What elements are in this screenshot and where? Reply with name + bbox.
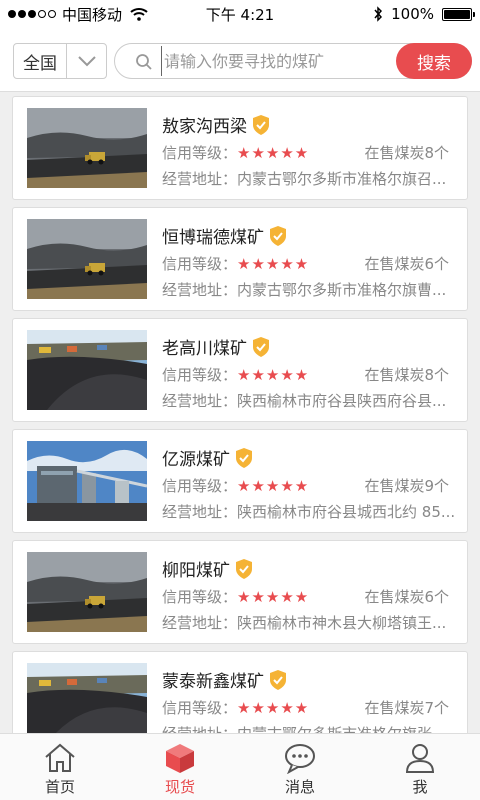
search-button[interactable]: 搜索 — [396, 43, 472, 79]
region-dropdown[interactable]: 全国 — [13, 43, 107, 79]
coal-truck-photo — [27, 219, 147, 299]
tab-label: 现货 — [164, 778, 195, 796]
mine-card[interactable]: 柳阳煤矿 信用等级：★★★★★ 在售煤炭6个 经营地址：陕西榆林市神木县大柳塔镇… — [12, 540, 468, 644]
star-rating: ★★★★★ — [237, 588, 310, 606]
tab-label: 我 — [412, 778, 428, 796]
star-rating: ★★★★★ — [237, 255, 310, 273]
stock-count: 在售煤炭8个 — [364, 366, 449, 384]
coal-truck-photo — [27, 552, 147, 632]
verified-shield-icon — [236, 558, 252, 579]
carrier-name: 中国移动 — [62, 5, 123, 24]
battery-percent: 100% — [391, 5, 434, 23]
message-icon — [285, 744, 315, 774]
home-icon — [45, 743, 75, 772]
mine-name: 亿源煤矿 — [162, 445, 254, 470]
search-icon — [136, 54, 152, 70]
business-address: 经营地址：内蒙古鄂尔多斯市准格尔旗召... — [162, 170, 447, 188]
mine-name: 柳阳煤矿 — [162, 556, 254, 581]
signal-strength-icon — [8, 10, 56, 18]
verified-shield-icon — [253, 114, 269, 135]
status-bar: 中国移动 下午 4:21 100% — [0, 0, 480, 28]
verified-shield-icon — [270, 225, 286, 246]
user-icon — [405, 744, 435, 773]
coal-plant-photo — [27, 441, 147, 521]
stock-count: 在售煤炭6个 — [364, 255, 449, 273]
wifi-icon — [130, 8, 148, 21]
bluetooth-icon — [374, 6, 383, 22]
region-label: 全国 — [14, 44, 67, 78]
business-address: 经营地址：陕西榆林市府谷县城西北约 85... — [162, 503, 456, 521]
mine-name: 蒙泰新鑫煤矿 — [162, 667, 288, 692]
business-address: 经营地址：陕西榆林市府谷县陕西府谷县... — [162, 392, 447, 410]
mine-card[interactable]: 蒙泰新鑫煤矿 信用等级：★★★★★ 在售煤炭7个 经营地址：内蒙古鄂尔多斯市准格… — [12, 651, 468, 733]
bottom-tab-bar: 首页 现货 消息 我 — [0, 733, 480, 800]
verified-shield-icon — [253, 336, 269, 357]
stock-count: 在售煤炭8个 — [364, 144, 449, 162]
mine-name: 老高川煤矿 — [162, 334, 271, 359]
credit-rating: 信用等级：★★★★★ — [162, 366, 310, 384]
star-rating: ★★★★★ — [237, 144, 310, 162]
credit-rating: 信用等级：★★★★★ — [162, 588, 310, 606]
tab-home[interactable]: 首页 — [0, 734, 120, 800]
coal-truck-photo — [27, 108, 147, 188]
coal-pile-photo — [27, 663, 147, 733]
stock-count: 在售煤炭9个 — [364, 477, 449, 495]
mine-list: 敖家沟西梁 信用等级：★★★★★ 在售煤炭8个 经营地址：内蒙古鄂尔多斯市准格尔… — [0, 96, 480, 733]
tab-spot-goods[interactable]: 现货 — [120, 734, 240, 800]
mine-card[interactable]: 亿源煤矿 信用等级：★★★★★ 在售煤炭9个 经营地址：陕西榆林市府谷县城西北约… — [12, 429, 468, 533]
chevron-down-icon — [67, 44, 106, 78]
search-input[interactable] — [161, 46, 391, 76]
battery-icon — [442, 7, 475, 21]
star-rating: ★★★★★ — [237, 477, 310, 495]
business-address: 经营地址：内蒙古鄂尔多斯市准格尔旗曹... — [162, 281, 447, 299]
search-box: 搜索 — [114, 43, 472, 79]
business-address: 经营地址：陕西榆林市神木县大柳塔镇王... — [162, 614, 447, 632]
stock-count: 在售煤炭6个 — [364, 588, 449, 606]
tab-me[interactable]: 我 — [360, 734, 480, 800]
credit-rating: 信用等级：★★★★★ — [162, 255, 310, 273]
tab-messages[interactable]: 消息 — [240, 734, 360, 800]
search-header: 全国 搜索 — [0, 28, 480, 92]
star-rating: ★★★★★ — [237, 366, 310, 384]
credit-rating: 信用等级：★★★★★ — [162, 699, 310, 717]
stock-count: 在售煤炭7个 — [364, 699, 449, 717]
business-address: 经营地址：内蒙古鄂尔多斯市准格尔旗张... — [162, 723, 462, 733]
verified-shield-icon — [270, 669, 286, 690]
mine-card[interactable]: 老高川煤矿 信用等级：★★★★★ 在售煤炭8个 经营地址：陕西榆林市府谷县陕西府… — [12, 318, 468, 422]
cube-icon — [166, 744, 194, 773]
credit-rating: 信用等级：★★★★★ — [162, 477, 310, 495]
mine-card[interactable]: 恒博瑞德煤矿 信用等级：★★★★★ 在售煤炭6个 经营地址：内蒙古鄂尔多斯市准格… — [12, 207, 468, 311]
star-rating: ★★★★★ — [237, 699, 310, 717]
coal-pile-photo — [27, 330, 147, 410]
mine-card[interactable]: 敖家沟西梁 信用等级：★★★★★ 在售煤炭8个 经营地址：内蒙古鄂尔多斯市准格尔… — [12, 96, 468, 200]
status-time: 下午 4:21 — [205, 5, 275, 24]
credit-rating: 信用等级：★★★★★ — [162, 144, 310, 162]
mine-name: 敖家沟西梁 — [162, 112, 271, 137]
verified-shield-icon — [236, 447, 252, 468]
tab-label: 首页 — [44, 778, 75, 796]
mine-name: 恒博瑞德煤矿 — [162, 223, 288, 248]
tab-label: 消息 — [284, 778, 315, 796]
